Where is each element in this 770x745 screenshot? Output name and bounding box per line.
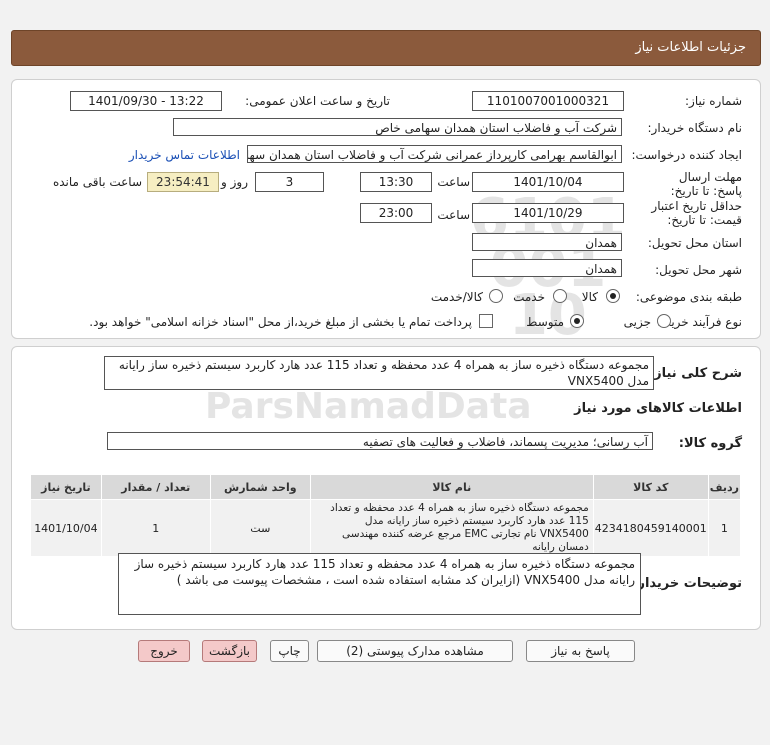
goods-table: ردیف کد کالا نام کالا واحد شمارش تعداد /… (30, 474, 742, 557)
validity-label: حداقل تاریخ اعتبار قیمت: تا تاریخ: (651, 199, 742, 227)
treasury-payment-checkbox[interactable] (479, 314, 493, 328)
city-label: شهر محل تحویل: (655, 263, 742, 277)
province-label: استان محل تحویل: (647, 236, 742, 250)
category-both-label: کالا/خدمت (430, 290, 483, 304)
summary-label: شرح کلی نیاز: (648, 366, 742, 381)
validity-time-label: ساعت (437, 208, 470, 222)
category-label: طبقه بندی موضوعی: (635, 290, 742, 304)
contact-buyer-link[interactable]: اطلاعات تماس خریدار (129, 148, 240, 162)
reply-deadline-label: مهلت ارسال پاسخ: تا تاریخ: (670, 170, 742, 198)
category-goods-radio[interactable] (606, 289, 620, 303)
process-medium-label: متوسط (526, 315, 564, 329)
summary-box: مجموعه دستگاه ذخیره ساز به همراه 4 عدد م… (104, 356, 654, 390)
announce-label: تاریخ و ساعت اعلان عمومی: (245, 94, 390, 108)
buyer-org-field: شرکت آب و فاضلاب استان همدان سهامی خاص (173, 118, 622, 136)
remaining-time-field: 23:54:41 (147, 172, 219, 192)
category-both-radio[interactable] (489, 289, 503, 303)
col-row: ردیف (707, 474, 742, 500)
col-name: نام کالا (309, 474, 594, 500)
col-qty: تعداد / مقدار (100, 474, 211, 500)
days-label: روز و (221, 175, 248, 189)
category-service-label: خدمت (513, 290, 545, 304)
attachments-button[interactable]: مشاهده مدارک پیوستی (2) (317, 640, 513, 662)
reply-time-field: 13:30 (360, 172, 432, 192)
goods-section-title: اطلاعات کالاهای مورد نیاز (574, 401, 742, 416)
announce-field: 1401/09/30 - 13:22 (70, 91, 222, 111)
buyer-notes-box: مجموعه دستگاه ذخیره ساز به همراه 4 عدد م… (118, 553, 641, 615)
buyer-org-label: نام دستگاه خریدار: (647, 121, 743, 135)
cell-unit: ست (209, 499, 311, 557)
category-service-radio[interactable] (553, 289, 567, 303)
reply-time-label: ساعت (437, 175, 470, 189)
reply-date-field: 1401/10/04 (472, 172, 624, 192)
col-code: کد کالا (592, 474, 709, 500)
city-field: همدان (472, 259, 622, 277)
page-title: جزئیات اطلاعات نیاز (635, 40, 746, 55)
requester-label: ایجاد کننده درخواست: (631, 148, 742, 162)
requester-field: ابوالقاسم بهرامی کارپرداز عمرانی شرکت آب… (247, 145, 622, 163)
table-row: 1 4234180459140001 مجموعه دستگاه ذخیره س… (30, 499, 742, 557)
need-number-label: شماره نیاز: (685, 94, 742, 108)
cell-row: 1 (707, 499, 742, 557)
process-minor-radio[interactable] (657, 314, 671, 328)
goods-group-field: آب رسانی؛ مدیریت پسماند، فاضلاب و فعالیت… (107, 432, 653, 450)
print-button[interactable]: چاپ (270, 640, 309, 662)
cell-qty: 1 (100, 499, 211, 557)
payment-note: پرداخت تمام یا بخشی از مبلغ خرید،از محل … (89, 315, 472, 329)
back-button[interactable]: بازگشت (202, 640, 257, 662)
col-unit: واحد شمارش (209, 474, 311, 500)
cell-name: مجموعه دستگاه ذخیره ساز به همراه 4 عدد م… (309, 499, 594, 557)
validity-date-field: 1401/10/29 (472, 203, 624, 223)
remaining-label: ساعت باقی مانده (52, 175, 142, 189)
goods-group-label: گروه کالا: (678, 436, 742, 451)
buyer-notes-label: توضیحات خریدار: (632, 576, 742, 591)
validity-time-field: 23:00 (360, 203, 432, 223)
category-goods-label: کالا (581, 290, 598, 304)
col-date: تاریخ نیاز (30, 474, 102, 500)
days-field: 3 (255, 172, 324, 192)
reply-button[interactable]: پاسخ به نیاز (526, 640, 635, 662)
process-medium-radio[interactable] (570, 314, 584, 328)
cell-date: 1401/10/04 (30, 499, 102, 557)
need-number-field: 1101007001000321 (472, 91, 624, 111)
page-header: جزئیات اطلاعات نیاز (11, 30, 761, 66)
province-field: همدان (472, 233, 622, 251)
process-minor-label: جزیی (623, 315, 651, 329)
exit-button[interactable]: خروج (138, 640, 190, 662)
cell-code: 4234180459140001 (592, 499, 709, 557)
